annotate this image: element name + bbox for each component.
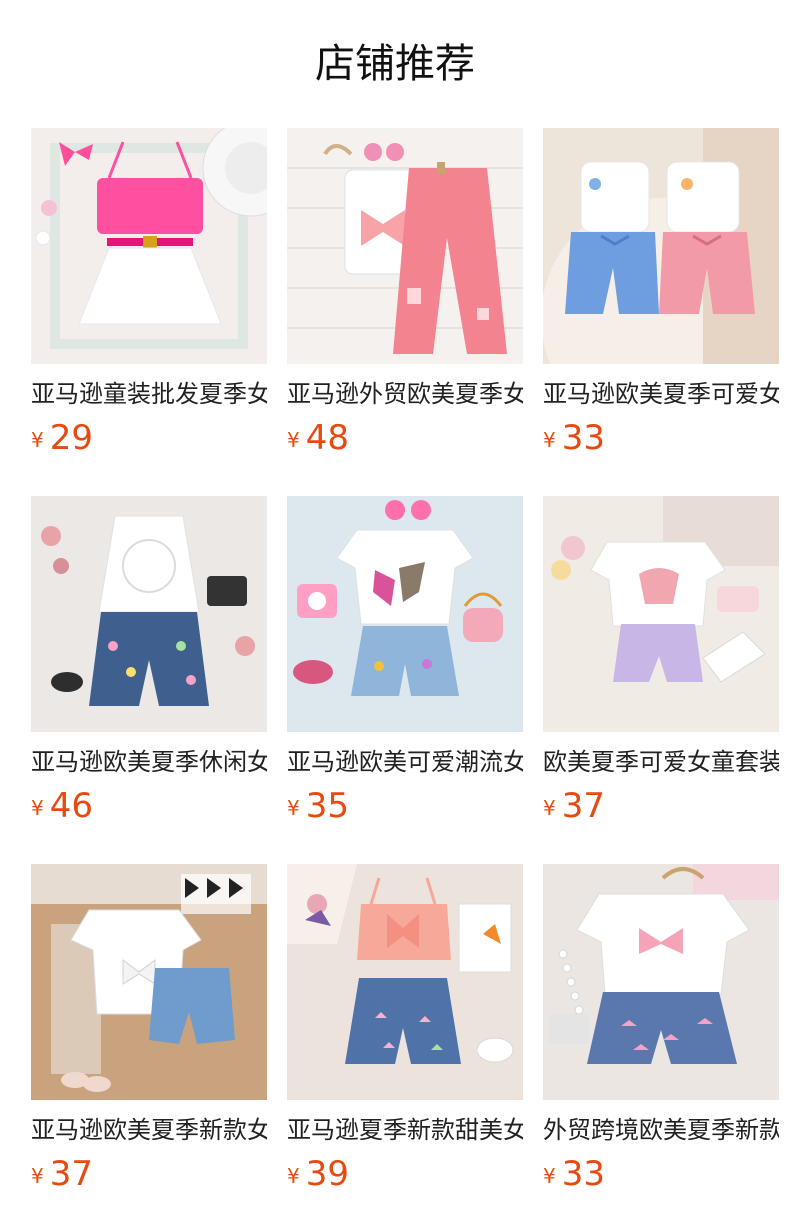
product-price: ¥37	[543, 786, 779, 832]
currency-symbol: ¥	[31, 428, 44, 452]
price-value: 46	[49, 786, 93, 826]
product-image[interactable]	[287, 128, 523, 364]
product-grid: 亚马逊童装批发夏季女童套装 ¥29 亚马逊外贸欧美夏季女童套装 ¥48	[0, 0, 790, 1232]
product-name[interactable]: 亚马逊欧美夏季新款女童套装	[31, 1114, 267, 1146]
product-price: ¥33	[543, 1154, 779, 1200]
product-image[interactable]	[31, 128, 267, 364]
product-card[interactable]: 亚马逊欧美可爱潮流女童套装 ¥35	[287, 496, 523, 832]
product-card[interactable]: 亚马逊欧美夏季新款女童套装 ¥37	[31, 864, 267, 1200]
product-image[interactable]	[543, 496, 779, 732]
price-value: 37	[561, 786, 605, 826]
product-price: ¥33	[543, 418, 779, 464]
product-card[interactable]: 亚马逊夏季新款甜美女童套装 ¥39	[287, 864, 523, 1200]
product-name[interactable]: 亚马逊欧美夏季休闲女童套装	[31, 746, 267, 778]
price-value: 35	[305, 786, 349, 826]
currency-symbol: ¥	[31, 796, 44, 820]
currency-symbol: ¥	[287, 796, 300, 820]
product-price: ¥37	[31, 1154, 267, 1200]
product-image[interactable]	[287, 864, 523, 1100]
currency-symbol: ¥	[31, 1164, 44, 1188]
product-image[interactable]	[31, 496, 267, 732]
product-name[interactable]: 外贸跨境欧美夏季新款女童套装	[543, 1114, 779, 1146]
price-value: 39	[305, 1154, 349, 1194]
product-card[interactable]: 亚马逊欧美夏季休闲女童套装 ¥46	[31, 496, 267, 832]
product-name[interactable]: 亚马逊童装批发夏季女童套装	[31, 378, 267, 410]
product-image[interactable]	[543, 864, 779, 1100]
product-card[interactable]: 外贸跨境欧美夏季新款女童套装 ¥33	[543, 864, 779, 1200]
price-value: 33	[561, 418, 605, 458]
currency-symbol: ¥	[543, 796, 556, 820]
currency-symbol: ¥	[287, 428, 300, 452]
price-value: 37	[49, 1154, 93, 1194]
price-value: 29	[49, 418, 93, 458]
product-name[interactable]: 亚马逊外贸欧美夏季女童套装	[287, 378, 523, 410]
product-image[interactable]	[287, 496, 523, 732]
product-price: ¥46	[31, 786, 267, 832]
product-card[interactable]: 欧美夏季可爱女童套装批发 ¥37	[543, 496, 779, 832]
product-card[interactable]: 亚马逊欧美夏季可爱女童套装 ¥33	[543, 128, 779, 464]
currency-symbol: ¥	[543, 1164, 556, 1188]
product-price: ¥29	[31, 418, 267, 464]
currency-symbol: ¥	[287, 1164, 300, 1188]
product-name[interactable]: 亚马逊欧美可爱潮流女童套装	[287, 746, 523, 778]
product-card[interactable]: 亚马逊童装批发夏季女童套装 ¥29	[31, 128, 267, 464]
product-image[interactable]	[31, 864, 267, 1100]
price-value: 48	[305, 418, 349, 458]
product-image[interactable]	[543, 128, 779, 364]
product-card[interactable]: 亚马逊外贸欧美夏季女童套装 ¥48	[287, 128, 523, 464]
product-name[interactable]: 亚马逊夏季新款甜美女童套装	[287, 1114, 523, 1146]
product-price: ¥35	[287, 786, 523, 832]
product-price: ¥39	[287, 1154, 523, 1200]
product-name[interactable]: 亚马逊欧美夏季可爱女童套装	[543, 378, 779, 410]
currency-symbol: ¥	[543, 428, 556, 452]
price-value: 33	[561, 1154, 605, 1194]
product-price: ¥48	[287, 418, 523, 464]
product-name[interactable]: 欧美夏季可爱女童套装批发	[543, 746, 779, 778]
